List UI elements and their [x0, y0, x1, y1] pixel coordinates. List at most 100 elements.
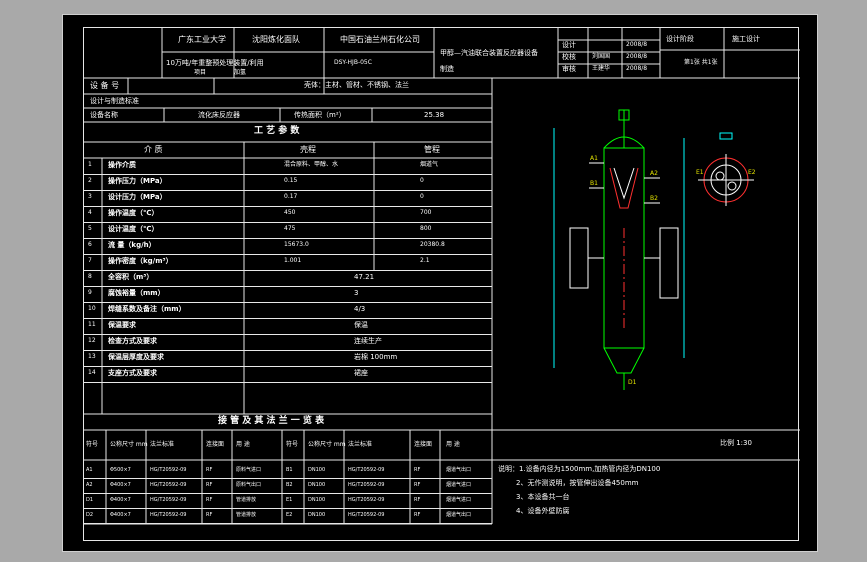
- nozzle-cell: RF: [206, 512, 213, 518]
- nozzle-cell: DN100: [308, 497, 326, 503]
- area-value: 25.38: [424, 111, 445, 119]
- nozzle-cell: Φ400×7: [110, 482, 131, 488]
- nozzle-cell: E1: [286, 497, 293, 503]
- param-row-divider: [84, 254, 492, 255]
- nozzle-header: 法兰标准: [348, 441, 373, 448]
- sheet-info: 第1张 共1张: [684, 59, 718, 66]
- param-row-divider: [84, 206, 492, 207]
- param-row-merged: 47.21: [354, 273, 375, 281]
- sign-name-3: 王建华: [592, 65, 611, 72]
- param-row-tube: 20380.8: [420, 241, 445, 248]
- sign-role-2: 校核: [562, 53, 576, 61]
- nozzle-cell: RF: [206, 482, 213, 488]
- nozzle-cell: RF: [414, 512, 421, 518]
- param-row-name: 操作温度（℃）: [108, 209, 159, 217]
- item-value: 加氢: [234, 69, 247, 76]
- nozzle-cell: 管道排放: [236, 497, 257, 503]
- nozzle-cell: B1: [286, 467, 293, 473]
- param-row-tube: 烟道气: [420, 161, 439, 168]
- nozzle-header: 用 途: [446, 441, 460, 448]
- note-line-4: 4、设备外壁防腐: [516, 507, 570, 515]
- param-row-no: 10: [88, 305, 96, 312]
- param-row-no: 11: [88, 321, 96, 328]
- university-name: 广东工业大学: [178, 35, 226, 44]
- nozzle-header: 符号: [286, 441, 299, 448]
- param-row-no: 2: [88, 177, 92, 184]
- nozzle-cell: HG/T20592-09: [348, 512, 385, 518]
- nozzle-table-title: 接 管 及 其 法 兰 一 览 表: [218, 416, 325, 426]
- param-row-no: 4: [88, 209, 92, 216]
- param-row-divider: [84, 302, 492, 303]
- param-row-shell: 0.15: [284, 177, 298, 184]
- nozzle-cell: 烟道气出口: [446, 467, 472, 473]
- project-line: 10万吨/年重整预处理装置/利用: [166, 59, 264, 67]
- param-row-merged: 连续生产: [354, 337, 382, 345]
- param-row-shell: 475: [284, 225, 296, 232]
- nozzle-label-a2: A2: [650, 170, 658, 177]
- param-row-shell: 450: [284, 209, 296, 216]
- col-tube: 管程: [424, 145, 440, 154]
- param-row-divider: [84, 334, 492, 335]
- sign-date-2: 2008/8: [626, 53, 648, 60]
- nozzle-cell: RF: [414, 467, 421, 473]
- equipment-label: 设 备 号: [90, 81, 120, 90]
- param-row-name: 焊缝系数及备注（mm）: [108, 305, 186, 313]
- param-row-no: 6: [88, 241, 92, 248]
- company-name: 中国石油兰州石化公司: [340, 35, 420, 44]
- nozzle-header: 连接面: [206, 441, 225, 448]
- param-row-divider: [84, 382, 492, 383]
- drawing-number: DSY-HJB-05C: [334, 59, 372, 66]
- nozzle-cell: HG/T20592-09: [150, 497, 187, 503]
- param-row-no: 14: [88, 369, 96, 376]
- scale-note: 比例 1:30: [720, 439, 752, 447]
- note-line-1: 说明：1.设备内径为1500mm,加热管内径为DN100: [498, 465, 661, 473]
- nozzle-cell: Φ500×7: [110, 467, 131, 473]
- nozzle-cell: DN100: [308, 467, 326, 473]
- nozzle-header: 用 途: [236, 441, 250, 448]
- param-row-tube: 700: [420, 209, 432, 216]
- nozzle-cell: D1: [86, 497, 94, 503]
- param-row-tube: 0: [420, 193, 424, 200]
- param-row-name: 腐蚀裕量（mm）: [108, 289, 165, 297]
- param-row-name: 操作介质: [108, 161, 136, 169]
- param-row-merged: 3: [354, 289, 359, 297]
- nozzle-cell: Φ400×7: [110, 497, 131, 503]
- nozzle-cell: HG/T20592-09: [150, 467, 187, 473]
- param-row-tube: 2.1: [420, 257, 430, 264]
- nozzle-cell: HG/T20592-09: [150, 482, 187, 488]
- nozzle-header: 连接面: [414, 441, 433, 448]
- param-row-divider: [84, 238, 492, 239]
- vessel-drawing: [553, 109, 754, 390]
- nozzle-row-divider: [84, 478, 492, 479]
- drawing-title: 甲醇—汽油联合装置反应器设备: [440, 49, 538, 57]
- nozzle-cell: 管道排放: [236, 512, 257, 518]
- nozzle-cell: E2: [286, 512, 293, 518]
- sign-role-3: 审核: [562, 65, 576, 73]
- param-row-shell: 1.001: [284, 257, 302, 264]
- param-row-name: 保温要求: [108, 321, 136, 329]
- param-row-merged: 裙座: [354, 369, 368, 377]
- param-row-name: 流 量（kg/h）: [108, 241, 156, 249]
- param-row-divider: [84, 318, 492, 319]
- item-label: 项目: [194, 69, 207, 76]
- nozzle-cell: Φ400×7: [110, 512, 131, 518]
- nozzle-cell: RF: [414, 497, 421, 503]
- param-row-shell: 15673.0: [284, 241, 309, 248]
- nozzle-cell: 原料气出口: [236, 482, 262, 488]
- nozzle-cell: D2: [86, 512, 94, 518]
- nozzle-row-divider: [84, 523, 492, 524]
- nozzle-cell: HG/T20592-09: [348, 482, 385, 488]
- param-row-name: 设计温度（℃）: [108, 225, 159, 233]
- nozzle-cell: B2: [286, 482, 293, 488]
- nozzle-label-b1: B1: [590, 180, 598, 187]
- param-row-divider: [84, 286, 492, 287]
- param-row-merged: 保温: [354, 321, 368, 329]
- param-row-name: 设计压力（MPa）: [108, 193, 167, 201]
- param-row-name: 全容积（m³）: [108, 273, 154, 281]
- nozzle-row-divider: [84, 493, 492, 494]
- param-row-shell: 0.17: [284, 193, 298, 200]
- param-row-divider: [84, 222, 492, 223]
- param-row-shell: 混合原料、甲醇、水: [284, 161, 339, 168]
- param-row-divider: [84, 190, 492, 191]
- drawing-frame: 广东工业大学 沈阳炼化面队 中国石油兰州石化公司 10万吨/年重整预处理装置/利…: [83, 27, 800, 541]
